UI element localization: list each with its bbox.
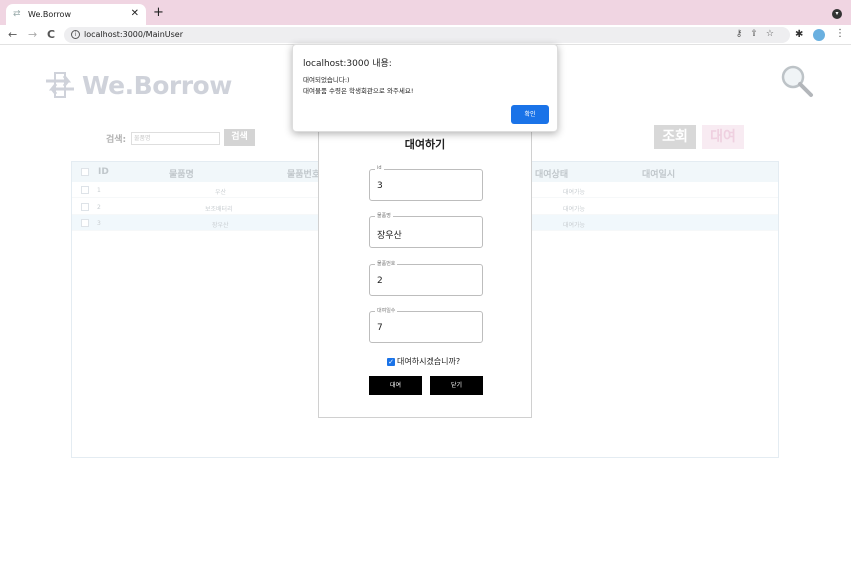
- modal-title: 대여하기: [404, 138, 446, 151]
- tab-strip: ⇄ We.Borrow ✕ + ▾: [0, 0, 851, 25]
- alert-ok-button[interactable]: 확인: [511, 105, 549, 124]
- bookmark-star-icon[interactable]: ☆: [766, 29, 782, 39]
- confirm-checkbox[interactable]: ✓: [387, 357, 395, 366]
- profile-avatar[interactable]: [813, 29, 825, 41]
- browser-tab[interactable]: ⇄ We.Borrow ✕: [6, 4, 146, 25]
- alert-message-line2: 대여물품 수령은 학생회관으로 와주세요!: [303, 87, 414, 95]
- forward-button[interactable]: →: [28, 28, 37, 42]
- rent-days-field-value[interactable]: 7: [377, 323, 383, 333]
- rent-days-field-label: 대여일수: [375, 307, 398, 314]
- favicon-icon: ⇄: [13, 9, 21, 19]
- item-number-field-value[interactable]: 2: [377, 276, 383, 286]
- confirm-checkbox-row[interactable]: ✓ 대여하시겠습니까?: [387, 356, 460, 367]
- key-icon[interactable]: ⚷: [736, 29, 751, 39]
- alert-message-line1: 대여되었습니다:): [303, 76, 350, 84]
- id-field[interactable]: id 3: [369, 165, 483, 201]
- browser-menu-icon[interactable]: ⋮: [835, 28, 845, 39]
- extensions-icon[interactable]: ✱: [795, 29, 803, 40]
- browser-toolbar: ← → C i localhost:3000/MainUser ⚷⇪☆ ✱: [0, 25, 851, 45]
- tab-search-icon[interactable]: ▾: [832, 9, 842, 19]
- rent-submit-button[interactable]: 대여: [369, 376, 422, 395]
- omnibox-actions[interactable]: ⚷⇪☆: [736, 29, 782, 39]
- reload-button[interactable]: C: [47, 28, 55, 42]
- item-number-field-label: 물품번호: [375, 260, 398, 267]
- close-button[interactable]: 닫기: [430, 376, 483, 395]
- back-button[interactable]: ←: [8, 28, 17, 42]
- confirm-label: 대여하시겠습니까?: [397, 357, 461, 366]
- alert-dialog: localhost:3000 내용: 대여되었습니다:) 대여물품 수령은 학생…: [292, 44, 558, 132]
- new-tab-button[interactable]: +: [153, 6, 164, 19]
- item-name-field-label: 물품명: [375, 212, 393, 219]
- site-info-icon[interactable]: i: [71, 30, 80, 39]
- alert-title: localhost:3000 내용:: [303, 59, 392, 69]
- tab-title: We.Borrow: [28, 10, 71, 19]
- rent-modal: 대여하기 id 3 물품명 장우산 물품번호 2 대여일수 7 ✓ 대여하시겠습…: [318, 127, 532, 418]
- rent-days-field[interactable]: 대여일수 7: [369, 307, 483, 343]
- item-name-field[interactable]: 물품명 장우산: [369, 212, 483, 248]
- id-field-label: id: [375, 165, 384, 171]
- share-icon[interactable]: ⇪: [750, 29, 766, 39]
- id-field-value[interactable]: 3: [377, 181, 383, 191]
- item-number-field[interactable]: 물품번호 2: [369, 260, 483, 296]
- url-text[interactable]: localhost:3000/MainUser: [84, 30, 183, 39]
- item-name-field-value[interactable]: 장우산: [377, 228, 402, 241]
- tab-close-icon[interactable]: ✕: [131, 8, 139, 19]
- address-bar[interactable]: i localhost:3000/MainUser ⚷⇪☆: [64, 27, 790, 43]
